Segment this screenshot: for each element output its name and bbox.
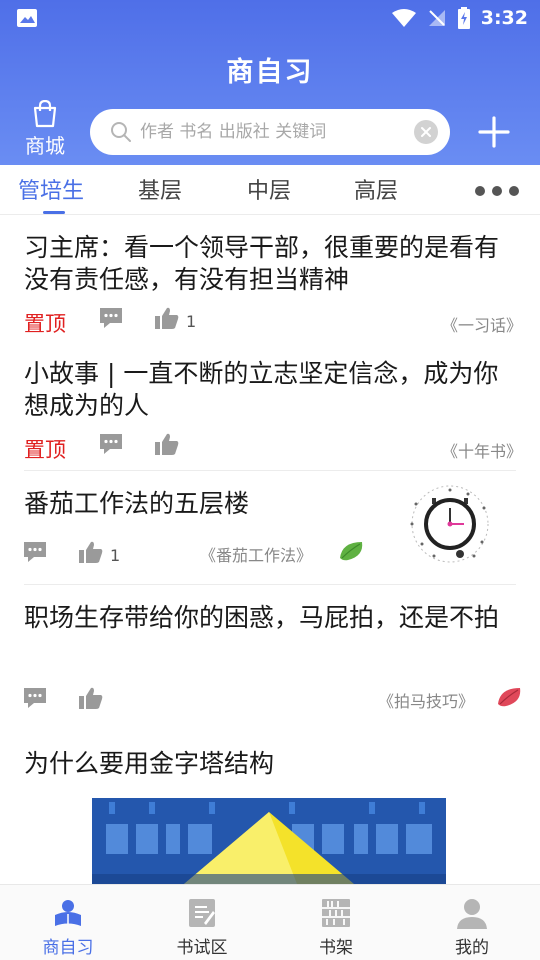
search-input[interactable] [140, 122, 414, 142]
pinned-badge: 置顶 [24, 312, 66, 336]
search-bar[interactable] [90, 109, 450, 155]
tab-senior-level[interactable]: 高层 [354, 173, 398, 205]
notebook-icon [189, 899, 215, 927]
status-bar: 3:32 [0, 0, 540, 36]
more-tabs-icon[interactable] [474, 185, 520, 197]
article-title[interactable]: 番茄工作法的五层楼 [24, 488, 394, 520]
battery-charging-icon [457, 7, 470, 29]
pinned-badge: 置顶 [24, 438, 66, 462]
tab-management-trainee[interactable]: 管培生 [18, 173, 84, 205]
article-source[interactable]: 《番茄工作法》 [200, 542, 312, 566]
comment-icon[interactable] [98, 432, 124, 456]
like-icon[interactable] [154, 306, 180, 330]
nav-label: 书试区 [176, 938, 228, 958]
like-count: 1 [186, 312, 197, 331]
red-leaf-icon [498, 688, 521, 707]
like-icon[interactable] [78, 686, 104, 710]
clear-search-icon[interactable] [414, 120, 438, 144]
search-icon [111, 122, 131, 142]
person-icon [457, 899, 487, 929]
status-indicators: 3:32 [391, 4, 528, 32]
article-source[interactable]: 《拍马技巧》 [378, 688, 474, 712]
article-title[interactable]: 小故事 | 一直不断的立志坚定信念，成为你想成为的人 [24, 358, 516, 422]
article-title[interactable]: 为什么要用金字塔结构 [24, 748, 516, 780]
article-title[interactable]: 职场生存带给你的困惑，马屁拍，还是不拍 [24, 602, 516, 634]
wifi-icon [391, 9, 416, 27]
header: 3:32 商自习 商城 [0, 0, 540, 165]
clock-thumbnail[interactable] [404, 484, 496, 564]
green-leaf-icon [340, 542, 363, 561]
status-time: 3:32 [480, 7, 528, 29]
comment-icon[interactable] [22, 540, 48, 564]
article-title[interactable]: 习主席：看一个领导干部，很重要的是看有没有责任感，有没有担当精神 [24, 232, 516, 296]
app-title: 商自习 [226, 57, 314, 88]
bottom-navigation: 商自习 书试区 书架 我的 [0, 884, 540, 960]
add-icon[interactable] [476, 114, 512, 150]
active-tab-indicator [43, 211, 65, 214]
divider [24, 584, 516, 585]
article-feed: 习主席：看一个领导干部，很重要的是看有没有责任感，有没有担当精神 置顶 1 《一… [0, 216, 540, 884]
shopping-bag-icon [33, 100, 57, 128]
comment-icon[interactable] [22, 686, 48, 710]
nav-bookshelf[interactable]: 书架 [286, 897, 386, 958]
nav-profile[interactable]: 我的 [422, 897, 522, 958]
article-source[interactable]: 《十年书》 [442, 438, 522, 462]
reader-icon [55, 900, 81, 926]
like-icon[interactable] [154, 432, 180, 456]
nav-study[interactable]: 商自习 [18, 897, 118, 958]
nav-trial-reading[interactable]: 书试区 [152, 897, 252, 958]
tab-middle-level[interactable]: 中层 [247, 173, 291, 205]
mall-button[interactable]: 商城 [20, 100, 70, 158]
book-cover-image[interactable] [92, 798, 446, 884]
nav-label: 书架 [319, 938, 353, 958]
mall-label: 商城 [25, 134, 65, 158]
article-source[interactable]: 《一习话》 [442, 312, 522, 336]
like-count: 1 [110, 546, 121, 565]
no-signal-icon [428, 10, 445, 26]
image-notification-icon [17, 9, 37, 27]
like-icon[interactable] [78, 540, 104, 564]
comment-icon[interactable] [98, 306, 124, 330]
tab-grassroots[interactable]: 基层 [138, 173, 182, 205]
divider [24, 470, 516, 471]
nav-label: 我的 [455, 938, 489, 958]
category-tabs: 管培生 基层 中层 高层 [0, 165, 540, 215]
bookshelf-icon [322, 899, 350, 927]
nav-label: 商自习 [42, 938, 94, 958]
